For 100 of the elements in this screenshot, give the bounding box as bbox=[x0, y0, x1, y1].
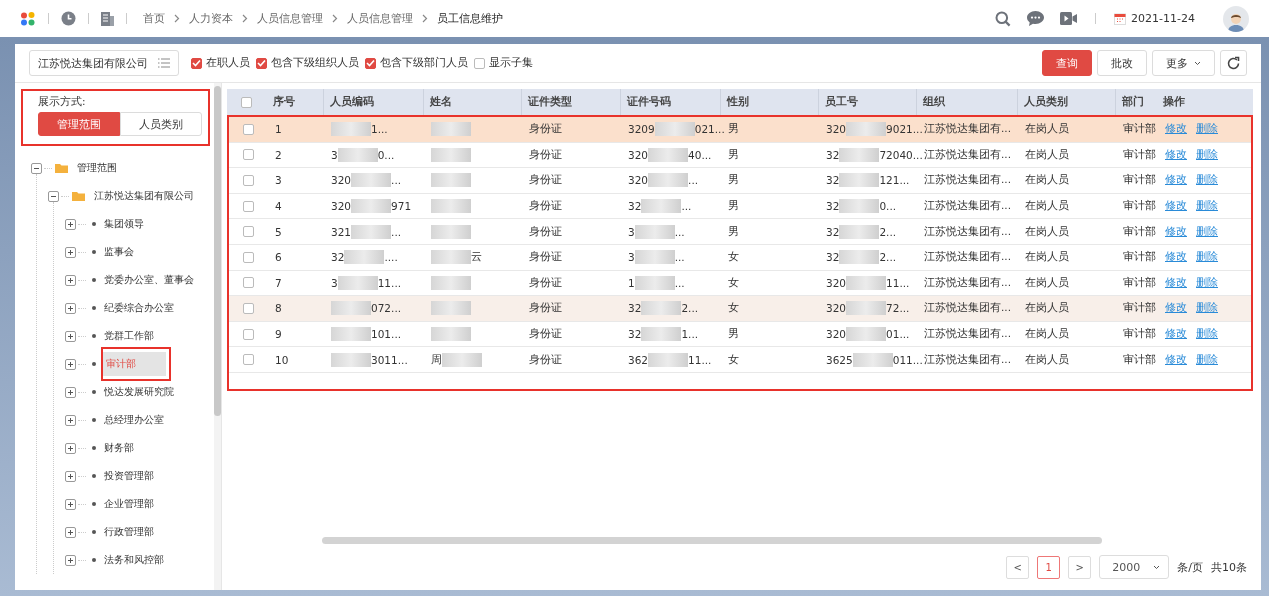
collapse-icon[interactable] bbox=[31, 162, 42, 174]
table-row[interactable]: 3 320 ... 身份证 320 ... 男 32 121... 江苏悦达集团有... 在岗人员 审计部 修改 删除 bbox=[229, 168, 1251, 194]
expand-icon[interactable] bbox=[65, 274, 76, 286]
edit-link[interactable]: 修改 bbox=[1165, 275, 1187, 290]
table-row[interactable]: 4 320 971 身份证 32 ... 男 32 0... 江苏悦达集团有... 在岗人员 审计部 修改 删除 bbox=[229, 193, 1251, 220]
table-cell: 在岗人员 bbox=[1025, 327, 1069, 342]
edit-link[interactable]: 修改 bbox=[1165, 147, 1187, 162]
delete-link[interactable]: 删除 bbox=[1196, 352, 1218, 367]
query-button[interactable]: 查询 bbox=[1042, 50, 1092, 76]
breadcrumb-link[interactable]: 人员信息管理 bbox=[347, 11, 413, 26]
page-size-select[interactable]: 2000 bbox=[1099, 555, 1170, 579]
table-row[interactable]: 2 3 0... 身份证 320 40... 男 32 72040...江苏悦达集团有... 在岗人员 审计部 修改 删除 bbox=[229, 142, 1251, 169]
expand-icon[interactable] bbox=[65, 442, 76, 454]
page-button[interactable]: 1 bbox=[1037, 555, 1061, 579]
organization-select[interactable]: 江苏悦达集团有限公司 bbox=[29, 50, 179, 76]
row-checkbox[interactable] bbox=[243, 354, 254, 366]
next-page-button[interactable]: > bbox=[1068, 555, 1092, 579]
tree-item[interactable]: 管理范围 bbox=[74, 156, 120, 180]
expand-icon[interactable] bbox=[65, 246, 76, 258]
segment-tab[interactable]: 人员类别 bbox=[120, 112, 202, 136]
checkbox[interactable] bbox=[256, 57, 267, 69]
table-cell: 身份证 bbox=[529, 224, 562, 239]
clock-icon[interactable] bbox=[61, 11, 76, 26]
expand-icon[interactable] bbox=[65, 414, 76, 426]
expand-icon[interactable] bbox=[65, 330, 76, 342]
checkbox[interactable] bbox=[474, 57, 485, 69]
expand-icon[interactable] bbox=[65, 358, 76, 370]
table-row[interactable]: 8 072... 身份证 32 2... 女 320 72... 江苏悦达集团有... 在岗人员 审计部 修改 删除 bbox=[229, 296, 1251, 322]
app-logo-icon[interactable] bbox=[20, 10, 36, 27]
document-icon[interactable] bbox=[101, 11, 114, 26]
breadcrumb-link[interactable]: 首页 bbox=[143, 11, 165, 26]
row-checkbox[interactable] bbox=[243, 200, 254, 212]
tree-item[interactable]: 投资管理部 bbox=[101, 464, 157, 488]
select-all-checkbox[interactable] bbox=[241, 96, 252, 108]
delete-link[interactable]: 删除 bbox=[1196, 199, 1218, 214]
table-row[interactable]: 6 32 .... 云 身份证 3 ... 女 32 2... 江苏悦达集团有... 在岗人员 审计部 修改 删除 bbox=[229, 244, 1251, 271]
edit-link[interactable]: 修改 bbox=[1165, 352, 1187, 367]
video-camera-icon[interactable] bbox=[1060, 12, 1078, 25]
row-checkbox[interactable] bbox=[243, 123, 254, 135]
expand-icon[interactable] bbox=[65, 302, 76, 314]
segment-tab[interactable]: 管理范围 bbox=[38, 112, 120, 136]
scrollbar[interactable] bbox=[214, 83, 221, 590]
row-checkbox[interactable] bbox=[243, 277, 254, 289]
delete-link[interactable]: 删除 bbox=[1196, 250, 1218, 265]
row-checkbox[interactable] bbox=[243, 149, 254, 161]
edit-link[interactable]: 修改 bbox=[1165, 250, 1187, 265]
table-row[interactable]: 1 1... 身份证 3209 021... 男 320 9021...江苏悦达集团有... 在岗人员 审计部 修改 删除 bbox=[229, 117, 1251, 143]
row-checkbox[interactable] bbox=[243, 175, 254, 186]
delete-link[interactable]: 删除 bbox=[1196, 275, 1218, 290]
tree-item[interactable]: 财务部 bbox=[101, 436, 137, 460]
edit-link[interactable]: 修改 bbox=[1165, 224, 1187, 239]
expand-icon[interactable] bbox=[65, 526, 76, 538]
batch-edit-button[interactable]: 批改 bbox=[1097, 50, 1147, 76]
refresh-button[interactable] bbox=[1220, 50, 1247, 76]
table-row[interactable]: 5 321 ... 身份证 3 ... 男 32 2... 江苏悦达集团有... 在岗人员 审计部 修改 删除 bbox=[229, 219, 1251, 245]
collapse-icon[interactable] bbox=[48, 190, 59, 202]
edit-link[interactable]: 修改 bbox=[1165, 327, 1187, 342]
delete-link[interactable]: 删除 bbox=[1196, 173, 1218, 188]
expand-icon[interactable] bbox=[65, 554, 76, 566]
tree-item[interactable]: 企业管理部 bbox=[101, 492, 157, 516]
row-checkbox[interactable] bbox=[243, 251, 254, 263]
avatar[interactable] bbox=[1223, 5, 1249, 32]
tree-item[interactable]: 法务和风控部 bbox=[101, 548, 167, 572]
delete-link[interactable]: 删除 bbox=[1196, 147, 1218, 162]
delete-link[interactable]: 删除 bbox=[1196, 327, 1218, 342]
table-cell: 4 bbox=[275, 200, 282, 213]
chat-bubble-icon[interactable] bbox=[1027, 11, 1045, 26]
breadcrumb-link[interactable]: 人力资本 bbox=[189, 11, 233, 26]
breadcrumb-link[interactable]: 员工信息维护 bbox=[437, 11, 503, 26]
tree-item[interactable]: 党群工作部 bbox=[101, 324, 157, 348]
expand-icon[interactable] bbox=[65, 386, 76, 398]
table-row[interactable]: 9 101... 身份证 32 1... 男 320 01... 江苏悦达集团有... 在岗人员 审计部 修改 删除 bbox=[229, 321, 1251, 348]
search-icon[interactable] bbox=[995, 10, 1012, 27]
expand-icon[interactable] bbox=[65, 498, 76, 510]
tree-item[interactable]: 江苏悦达集团有限公司 bbox=[91, 184, 197, 208]
checkbox[interactable] bbox=[365, 57, 376, 69]
tree-item[interactable]: 集团领导 bbox=[101, 212, 147, 236]
row-checkbox[interactable] bbox=[243, 328, 254, 340]
scrollbar[interactable] bbox=[322, 537, 1102, 544]
checkbox[interactable] bbox=[191, 57, 202, 69]
expand-icon[interactable] bbox=[65, 218, 76, 230]
partial-text: 云 bbox=[471, 250, 482, 265]
table-cell: 在岗人员 bbox=[1025, 250, 1069, 265]
more-dropdown-button[interactable]: 更多 bbox=[1152, 50, 1215, 76]
previous-page-button[interactable]: < bbox=[1006, 555, 1030, 579]
row-checkbox[interactable] bbox=[243, 302, 254, 314]
tree-item[interactable]: 悦达发展研究院 bbox=[101, 380, 177, 404]
row-checkbox[interactable] bbox=[243, 226, 254, 238]
tree-item[interactable]: 行政管理部 bbox=[101, 520, 157, 544]
tree-item[interactable]: 监事会 bbox=[101, 240, 137, 264]
breadcrumb-link[interactable]: 人员信息管理 bbox=[257, 11, 323, 26]
table-cell: 在岗人员 bbox=[1025, 199, 1069, 214]
expand-icon[interactable] bbox=[65, 470, 76, 482]
edit-link[interactable]: 修改 bbox=[1165, 173, 1187, 188]
tree-item[interactable]: 党委办公室、董事会 bbox=[101, 268, 197, 292]
tree-item[interactable]: 纪委综合办公室 bbox=[101, 296, 177, 320]
table-row[interactable]: 10 3011... 周 身份证 362 11... 女 3625 011...江苏悦达集团有... 在岗人员 审计部 修改 删除 bbox=[229, 347, 1251, 373]
tree-item[interactable]: 总经理办公室 bbox=[101, 408, 167, 432]
delete-link[interactable]: 删除 bbox=[1196, 224, 1218, 239]
edit-link[interactable]: 修改 bbox=[1165, 199, 1187, 214]
